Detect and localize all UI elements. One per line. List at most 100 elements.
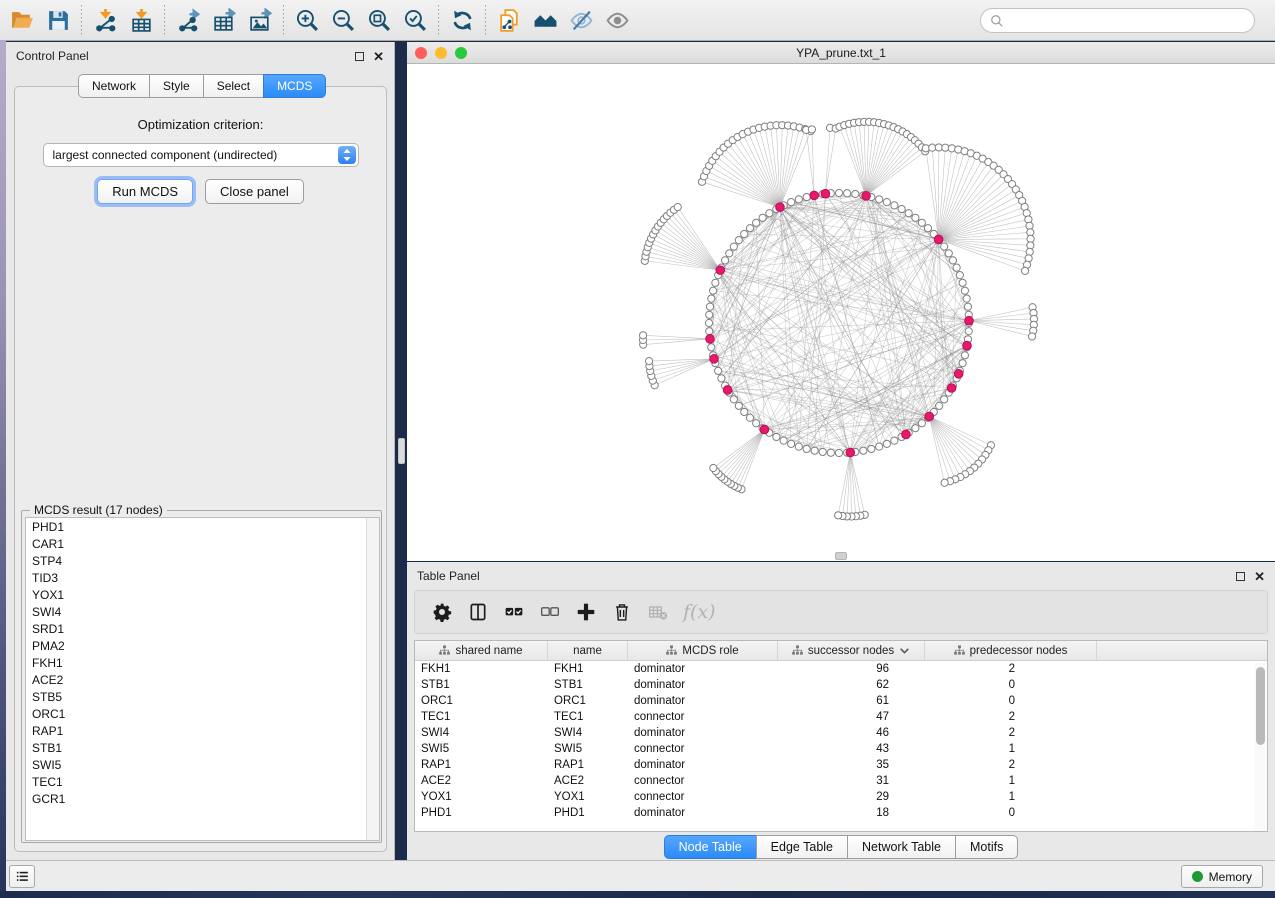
graph-mcds-node[interactable] xyxy=(862,192,871,201)
graph-node[interactable] xyxy=(753,219,760,226)
mcds-result-item[interactable]: SWI4 xyxy=(26,603,379,620)
mcds-result-item[interactable]: RAP1 xyxy=(26,722,379,739)
tab-motifs[interactable]: Motifs xyxy=(955,835,1018,859)
column-header-successor-nodes[interactable]: successor nodes xyxy=(778,641,925,660)
column-icon[interactable] xyxy=(465,599,491,625)
select-all-icon[interactable] xyxy=(501,599,527,625)
column-header-predecessor-nodes[interactable]: predecessor nodes xyxy=(925,641,1097,660)
graph-node[interactable] xyxy=(753,420,760,427)
graph-mcds-node[interactable] xyxy=(760,425,769,434)
graph-node[interactable] xyxy=(876,443,883,450)
graph-node[interactable] xyxy=(959,360,966,367)
delete-icon[interactable] xyxy=(609,599,635,625)
table-row[interactable]: TEC1TEC1connector472 xyxy=(415,709,1267,725)
graph-node[interactable] xyxy=(956,272,963,279)
table-row[interactable]: ACE2ACE2connector311 xyxy=(415,773,1267,789)
graph-mcds-node[interactable] xyxy=(963,341,972,350)
graph-node[interactable] xyxy=(803,193,810,200)
window-maximize-icon[interactable] xyxy=(455,47,467,59)
graph-node[interactable] xyxy=(891,202,898,209)
mcds-result-item[interactable]: STP4 xyxy=(26,552,379,569)
table-row[interactable]: PHD1PHD1dominator180 xyxy=(415,805,1267,821)
node-table[interactable]: shared namenameMCDS rolesuccessor nodesp… xyxy=(414,640,1268,832)
search-input[interactable] xyxy=(1004,14,1254,28)
graph-mcds-node[interactable] xyxy=(776,203,785,212)
mcds-result-item[interactable]: CAR1 xyxy=(26,535,379,552)
column-header-shared-name[interactable]: shared name xyxy=(415,641,548,660)
graph-node[interactable] xyxy=(953,264,960,271)
window-close-icon[interactable] xyxy=(415,47,427,59)
tab-mcds[interactable]: MCDS xyxy=(263,74,326,98)
mcds-result-item[interactable]: YOX1 xyxy=(26,586,379,603)
graph-node[interactable] xyxy=(835,449,842,456)
settings-gear-icon[interactable] xyxy=(429,599,455,625)
graph-node[interactable] xyxy=(961,287,968,294)
zoom-fit-icon[interactable] xyxy=(361,3,397,37)
table-row[interactable]: FKH1FKH1dominator962 xyxy=(415,661,1267,677)
graph-node[interactable] xyxy=(918,420,925,427)
memory-button[interactable]: Memory xyxy=(1181,865,1263,888)
search-box[interactable] xyxy=(980,8,1255,33)
graph-node[interactable] xyxy=(706,311,713,318)
close-panel-icon[interactable]: ✕ xyxy=(1254,572,1265,581)
graph-mcds-node[interactable] xyxy=(810,191,819,200)
first-neighbors-icon[interactable] xyxy=(527,3,563,37)
graph-node[interactable] xyxy=(949,257,956,264)
graph-node[interactable] xyxy=(827,449,834,456)
graph-mcds-node[interactable] xyxy=(846,448,855,457)
graph-leaf-node[interactable] xyxy=(835,512,842,519)
optimization-criterion-select[interactable]: largest connected component (undirected) xyxy=(43,143,359,167)
tab-edge-table[interactable]: Edge Table xyxy=(756,835,847,859)
mcds-result-item[interactable]: STB5 xyxy=(26,688,379,705)
graph-leaf-node[interactable] xyxy=(710,464,717,471)
tab-node-table[interactable]: Node Table xyxy=(664,835,756,859)
export-table-icon[interactable] xyxy=(206,3,242,37)
graph-node[interactable] xyxy=(963,295,970,302)
graph-node[interactable] xyxy=(811,447,818,454)
graph-node[interactable] xyxy=(912,425,919,432)
column-header-MCDS-role[interactable]: MCDS role xyxy=(628,641,778,660)
graph-node[interactable] xyxy=(706,328,713,335)
graph-node[interactable] xyxy=(726,250,733,257)
graph-leaf-node[interactable] xyxy=(639,332,646,339)
mcds-result-list[interactable]: PHD1CAR1STP4TID3YOX1SWI4SRD1PMA2FKH1ACE2… xyxy=(25,517,380,841)
tab-network-table[interactable]: Network Table xyxy=(847,835,955,859)
window-minimize-icon[interactable] xyxy=(435,47,447,59)
graph-mcds-node[interactable] xyxy=(716,266,725,275)
graph-node[interactable] xyxy=(964,303,971,310)
add-icon[interactable] xyxy=(573,599,599,625)
graph-leaf-node[interactable] xyxy=(941,479,948,486)
graph-node[interactable] xyxy=(883,199,890,206)
column-header-name[interactable]: name xyxy=(548,641,628,660)
graph-node[interactable] xyxy=(965,328,972,335)
graph-node[interactable] xyxy=(844,190,851,197)
graph-node[interactable] xyxy=(715,367,722,374)
graph-node[interactable] xyxy=(941,243,948,250)
graph-mcds-node[interactable] xyxy=(934,235,943,244)
graph-mcds-node[interactable] xyxy=(965,316,974,325)
graph-node[interactable] xyxy=(788,440,795,447)
task-manager-button[interactable] xyxy=(9,865,35,888)
mcds-result-item[interactable]: SRD1 xyxy=(26,620,379,637)
mcds-result-item[interactable]: SWI5 xyxy=(26,756,379,773)
graph-node[interactable] xyxy=(860,447,867,454)
graph-node[interactable] xyxy=(961,352,968,359)
graph-mcds-node[interactable] xyxy=(723,386,732,395)
graph-node[interactable] xyxy=(712,279,719,286)
run-mcds-button[interactable]: Run MCDS xyxy=(97,179,193,204)
graph-node[interactable] xyxy=(746,414,753,421)
mcds-result-item[interactable]: PHD1 xyxy=(26,518,379,535)
graph-node[interactable] xyxy=(819,448,826,455)
graph-node[interactable] xyxy=(706,303,713,310)
graph-node[interactable] xyxy=(730,396,737,403)
panel-divider-handle[interactable] xyxy=(398,438,405,464)
graph-mcds-node[interactable] xyxy=(947,384,956,393)
network-titlebar[interactable]: YPA_prune.txt_1 xyxy=(407,42,1275,64)
table-row[interactable]: ORC1ORC1dominator610 xyxy=(415,693,1267,709)
graph-node[interactable] xyxy=(741,230,748,237)
mcds-list-scrollbar[interactable] xyxy=(366,518,379,840)
network-canvas[interactable] xyxy=(407,64,1275,561)
tab-style[interactable]: Style xyxy=(149,74,203,98)
mcds-result-item[interactable]: GCR1 xyxy=(26,790,379,807)
show-all-icon[interactable] xyxy=(599,3,635,37)
